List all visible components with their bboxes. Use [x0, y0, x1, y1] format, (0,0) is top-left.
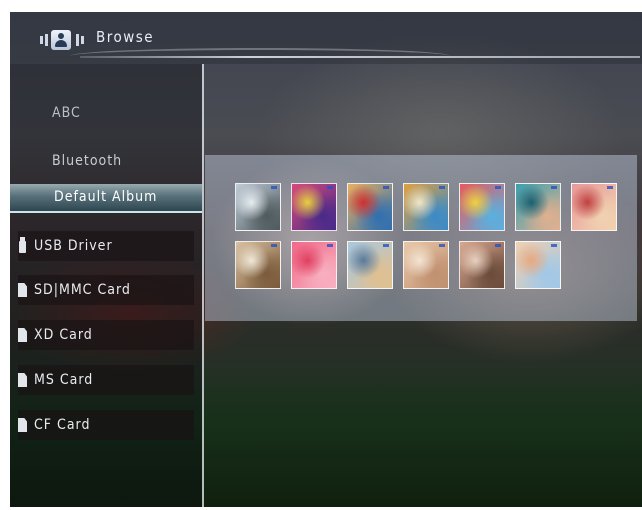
album-thumbnail[interactable] [459, 241, 505, 289]
sidebar-item-ms-card[interactable]: MS Card [18, 365, 194, 395]
sidebar-item-label: SD|MMC Card [34, 282, 131, 298]
memory-card-icon [18, 418, 27, 432]
sidebar-item-label: USB Driver [34, 238, 113, 254]
album-thumbnail[interactable] [403, 183, 449, 231]
memory-card-icon [18, 328, 27, 342]
sidebar-item-sd-mmc-card[interactable]: SD|MMC Card [18, 275, 194, 305]
memory-card-icon [18, 373, 27, 387]
album-thumbnail[interactable] [403, 241, 449, 289]
album-thumbnail[interactable] [515, 183, 561, 231]
sidebar-divider [202, 64, 204, 507]
album-thumbnail[interactable] [459, 183, 505, 231]
header-divider [80, 56, 640, 58]
album-thumbnail[interactable] [571, 183, 617, 231]
sidebar-item-label: Default Album [54, 189, 158, 205]
album-thumbnail[interactable] [291, 183, 337, 231]
sidebar-item-bluetooth[interactable]: Bluetooth [10, 146, 202, 176]
header-bar: Browse [10, 12, 642, 64]
sidebar-item-default-album[interactable]: Default Album [10, 184, 202, 213]
sidebar-item-label: ABC [52, 105, 81, 121]
sidebar-item-usb-driver[interactable]: USB Driver [18, 231, 194, 261]
memory-card-icon [18, 283, 27, 297]
album-thumbnail[interactable] [347, 241, 393, 289]
sidebar-item-abc[interactable]: ABC [10, 98, 202, 128]
sidebar-item-label: CF Card [34, 417, 91, 433]
page-title: Browse [96, 28, 155, 46]
sidebar-item-cf-card[interactable]: CF Card [18, 410, 194, 440]
album-thumbnail[interactable] [515, 241, 561, 289]
album-thumbnail-panel [205, 155, 637, 321]
sidebar-item-label: Bluetooth [52, 153, 123, 169]
usb-drive-icon [19, 237, 26, 253]
browse-screen: Browse ABC Bluetooth Default Album USB D… [10, 12, 642, 507]
sidebar-item-label: MS Card [34, 372, 94, 388]
album-thumbnail[interactable] [291, 241, 337, 289]
album-thumbnail[interactable] [235, 183, 281, 231]
sidebar: ABC Bluetooth Default Album USB Driver S… [10, 64, 202, 507]
sidebar-item-xd-card[interactable]: XD Card [18, 320, 194, 350]
album-thumbnail[interactable] [235, 241, 281, 289]
sidebar-item-label: XD Card [34, 327, 93, 343]
browse-person-icon [40, 30, 86, 50]
album-thumbnail[interactable] [347, 183, 393, 231]
